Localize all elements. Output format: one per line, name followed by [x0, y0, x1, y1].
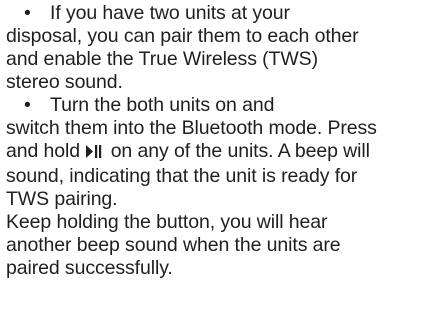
- manual-page: • If you have two units at your disposal,…: [6, 2, 422, 280]
- item2-line4: sound, indicating that the unit is ready…: [6, 165, 358, 187]
- followup-line2: another beep sound when the units are: [6, 234, 341, 256]
- followup-paragraph: Keep holding the button, you will hear a…: [6, 211, 422, 280]
- item1-line2: disposal, you can pair them to each othe…: [6, 25, 359, 47]
- item2-line1: Turn the both units on and: [50, 94, 275, 116]
- item1-line4: stereo sound.: [6, 71, 123, 93]
- instruction-item-2: • Turn the both units on and switch them …: [6, 94, 422, 211]
- item2-line5: TWS pairing.: [6, 188, 118, 210]
- item1-line1: If you have two units at your: [50, 2, 290, 24]
- bullet: •: [24, 94, 31, 116]
- item2-line2: switch them into the Bluetooth mode. Pre…: [6, 117, 377, 139]
- bullet: •: [24, 2, 31, 24]
- instruction-item-1: • If you have two units at your disposal,…: [6, 2, 422, 94]
- followup-line3: paired successfully.: [6, 257, 173, 279]
- play-pause-icon: [86, 142, 102, 165]
- item1-line3: and enable the True Wireless (TWS): [6, 48, 318, 70]
- followup-line1: Keep holding the button, you will hear: [6, 211, 328, 233]
- item2-line3-start: and hold: [6, 140, 81, 162]
- item2-line3-end: on any of the units. A beep will: [110, 140, 370, 162]
